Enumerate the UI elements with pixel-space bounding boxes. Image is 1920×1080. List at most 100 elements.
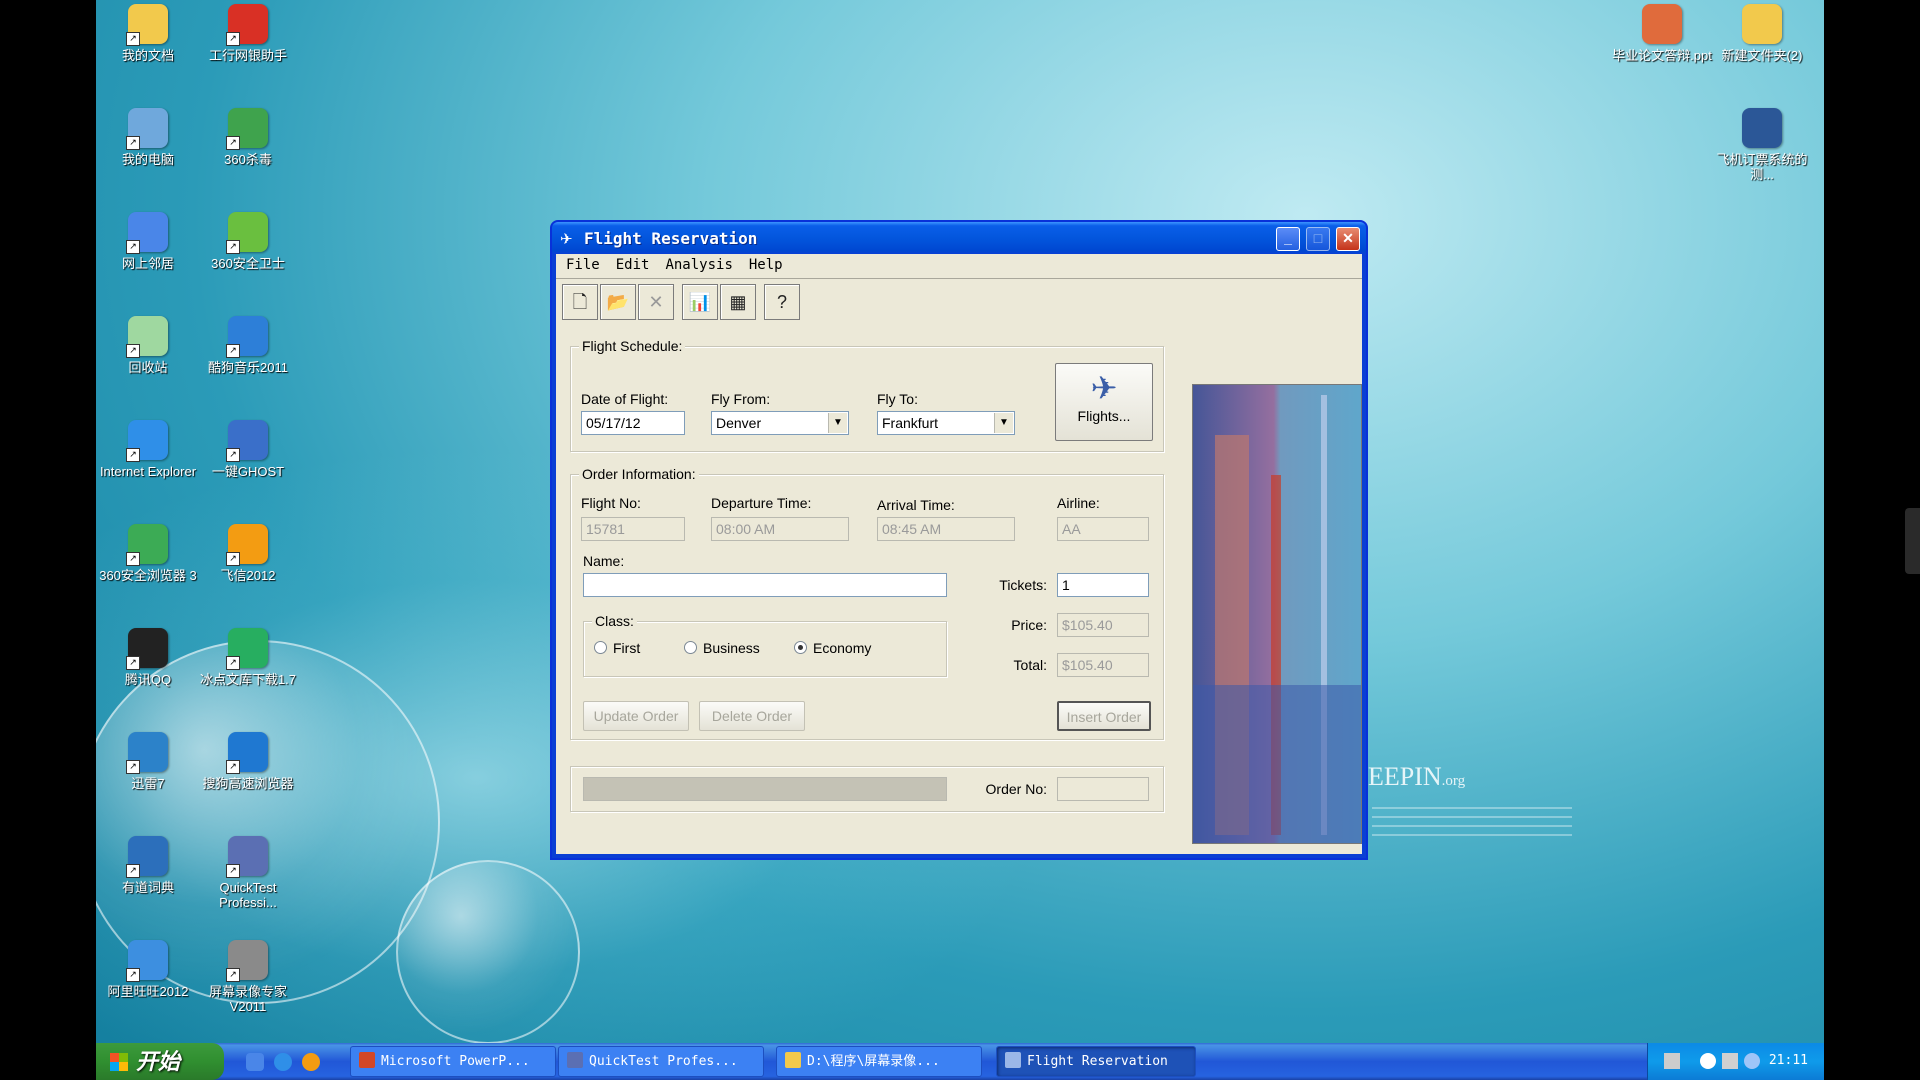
desktop-icon[interactable]: ↗ 酷狗音乐2011 — [198, 316, 298, 375]
update-order-button[interactable]: Update Order — [583, 701, 689, 731]
price-label: Price: — [1011, 617, 1047, 633]
desktop-icon[interactable]: ↗ 回收站 — [98, 316, 198, 375]
menu-edit[interactable]: Edit — [610, 254, 656, 276]
menu-help[interactable]: Help — [743, 254, 789, 276]
window-client: File Edit Analysis Help 🗋 📂 ✕ 📊 ▦? Flight Sched… — [556, 254, 1362, 854]
start-button[interactable]: 开始 — [96, 1043, 224, 1080]
shortcut-arrow-icon: ↗ — [226, 240, 240, 254]
class-first-radio[interactable]: First — [594, 640, 640, 656]
desktop-icon-label: 飞信2012 — [220, 568, 276, 583]
flight-reservation-window[interactable]: ✈ Flight Reservation _ □ ✕ File Edit Analy… — [550, 220, 1368, 860]
open-order-button[interactable]: 📂 — [600, 284, 636, 320]
desktop-icon-label: 毕业论文答辩.ppt — [1612, 48, 1712, 63]
class-business-label: Business — [703, 640, 760, 656]
desktop-icon-label: 我的电脑 — [121, 152, 174, 167]
app-icon: ↗ — [226, 940, 268, 982]
taskbar-button[interactable]: QuickTest Profes... — [558, 1046, 764, 1077]
chevron-down-icon[interactable]: ▼ — [828, 413, 847, 433]
desktop-icon[interactable]: ↗ 迅雷7 — [98, 732, 198, 791]
report-icon: ▦ — [729, 292, 747, 312]
order-information-group: Order Information: Flight No: 15781 Depa… — [570, 466, 1164, 740]
help-button[interactable]: ? — [764, 284, 800, 320]
departure-time-label: Departure Time: — [711, 495, 812, 511]
maximize-button[interactable]: □ — [1306, 227, 1330, 251]
desktop-icon[interactable]: ↗ 工行网银助手 — [198, 4, 298, 63]
tickets-input[interactable]: 1 — [1057, 573, 1149, 597]
title-bar[interactable]: ✈ Flight Reservation _ □ ✕ — [552, 222, 1366, 254]
desktop-icon[interactable]: ↗ 冰点文库下载1.7 — [198, 628, 298, 687]
clock[interactable]: 21:11 — [1769, 1053, 1808, 1068]
task-app-icon — [1005, 1052, 1021, 1068]
flights-button[interactable]: ✈ Flights... — [1055, 363, 1153, 441]
network-icon[interactable] — [1722, 1053, 1738, 1069]
chevron-left-icon[interactable] — [1700, 1053, 1716, 1069]
desktop-icon[interactable]: ↗ 有道词典 — [98, 836, 198, 895]
desktop-icon[interactable]: ↗ 屏幕录像专家V2011 — [198, 940, 298, 1014]
desktop-icon[interactable]: ↗ 我的电脑 — [98, 108, 198, 167]
maximize-icon: □ — [1313, 230, 1323, 246]
desktop-icon[interactable]: ↗ 腾讯QQ — [98, 628, 198, 687]
date-of-flight-input[interactable]: 05/17/12 — [581, 411, 685, 435]
desktop-icon[interactable]: 新建文件夹(2) — [1712, 4, 1812, 63]
departure-time-field: 08:00 AM — [711, 517, 849, 541]
shortcut-arrow-icon: ↗ — [126, 760, 140, 774]
airline-label: Airline: — [1057, 495, 1100, 511]
side-panel-handle[interactable] — [1905, 508, 1920, 574]
desktop-icon[interactable]: 毕业论文答辩.ppt — [1612, 4, 1712, 63]
shortcut-arrow-icon: ↗ — [226, 344, 240, 358]
class-economy-radio[interactable]: Economy — [794, 640, 871, 656]
name-input[interactable] — [583, 573, 947, 597]
system-tray: 21:11 — [1647, 1043, 1824, 1080]
taskbar: 开始 Microsoft PowerP... QuickTest Profes..… — [96, 1043, 1824, 1080]
close-button[interactable]: ✕ — [1336, 227, 1360, 251]
minimize-button[interactable]: _ — [1276, 227, 1300, 251]
desktop-icon[interactable]: 飞机订票系统的测... — [1712, 108, 1812, 182]
taskbar-button[interactable]: D:\程序\屏幕录像... — [776, 1046, 982, 1077]
menu-file[interactable]: File — [560, 254, 606, 276]
desktop-icon-label: 有道词典 — [121, 880, 174, 895]
total-field: $105.40 — [1057, 653, 1149, 677]
file-icon — [1742, 4, 1782, 44]
desktop-icon[interactable]: ↗ 飞信2012 — [198, 524, 298, 583]
desktop-icon[interactable]: ↗ Internet Explorer — [98, 420, 198, 479]
delete-order-button[interactable]: Delete Order — [699, 701, 805, 731]
fly-from-select[interactable]: Denver ▼ — [711, 411, 849, 435]
quicklaunch-icon[interactable] — [246, 1053, 264, 1071]
taskbar-button[interactable]: Microsoft PowerP... — [350, 1046, 556, 1077]
fly-to-select[interactable]: Frankfurt ▼ — [877, 411, 1015, 435]
desktop-icon[interactable]: ↗ 360安全浏览器 3 — [98, 524, 198, 583]
desktop-icon[interactable]: ↗ 网上邻居 — [98, 212, 198, 271]
firefox-icon[interactable] — [302, 1053, 320, 1071]
desktop-icon-label: 工行网银助手 — [208, 48, 287, 63]
desktop-icon[interactable]: ↗ 一键GHOST — [198, 420, 298, 479]
desktop-icon[interactable]: ↗ 阿里旺旺2012 — [98, 940, 198, 999]
open-order-icon: 📂 — [606, 292, 630, 312]
travel-photo — [1192, 384, 1362, 844]
menu-bar: File Edit Analysis Help — [556, 254, 1362, 279]
desktop-icon[interactable]: ↗ 360安全卫士 — [198, 212, 298, 271]
desktop-icon[interactable]: ↗ 搜狗高速浏览器 — [198, 732, 298, 791]
report-button[interactable]: ▦ — [720, 284, 756, 320]
taskbar-button[interactable]: Flight Reservation — [996, 1046, 1196, 1077]
class-business-radio[interactable]: Business — [684, 640, 760, 656]
new-order-button[interactable]: 🗋 — [562, 284, 598, 320]
desktop-icon[interactable]: ↗ 360杀毒 — [198, 108, 298, 167]
app-icon: ↗ — [126, 628, 168, 670]
graph-button[interactable]: 📊 — [682, 284, 718, 320]
chevron-down-icon[interactable]: ▼ — [994, 413, 1013, 433]
app-icon: ↗ — [126, 836, 168, 878]
internet-explorer-icon[interactable] — [274, 1053, 292, 1071]
progress-bar — [583, 777, 947, 801]
desktop-icon-label: 迅雷7 — [131, 776, 165, 791]
delete-order-button[interactable]: ✕ — [638, 284, 674, 320]
desktop-icon[interactable]: ↗ 我的文档 — [98, 4, 198, 63]
insert-order-button[interactable]: Insert Order — [1057, 701, 1151, 731]
new-order-icon: 🗋 — [572, 292, 588, 312]
desktop-icon[interactable]: ↗ QuickTest Professi... — [198, 836, 298, 910]
desktop: ↗ 我的文档 ↗ 工行网银助手 ↗ 我的电脑 ↗ 360杀毒 ↗ 网上邻居 ↗ 360安全卫士 ↗ 回收站… — [96, 0, 1824, 1080]
keyboard-icon[interactable] — [1664, 1053, 1680, 1069]
class-first-label: First — [613, 640, 641, 656]
desktop-icon-label: 我的文档 — [121, 48, 174, 63]
volume-icon[interactable] — [1744, 1053, 1760, 1069]
menu-analysis[interactable]: Analysis — [659, 254, 738, 276]
